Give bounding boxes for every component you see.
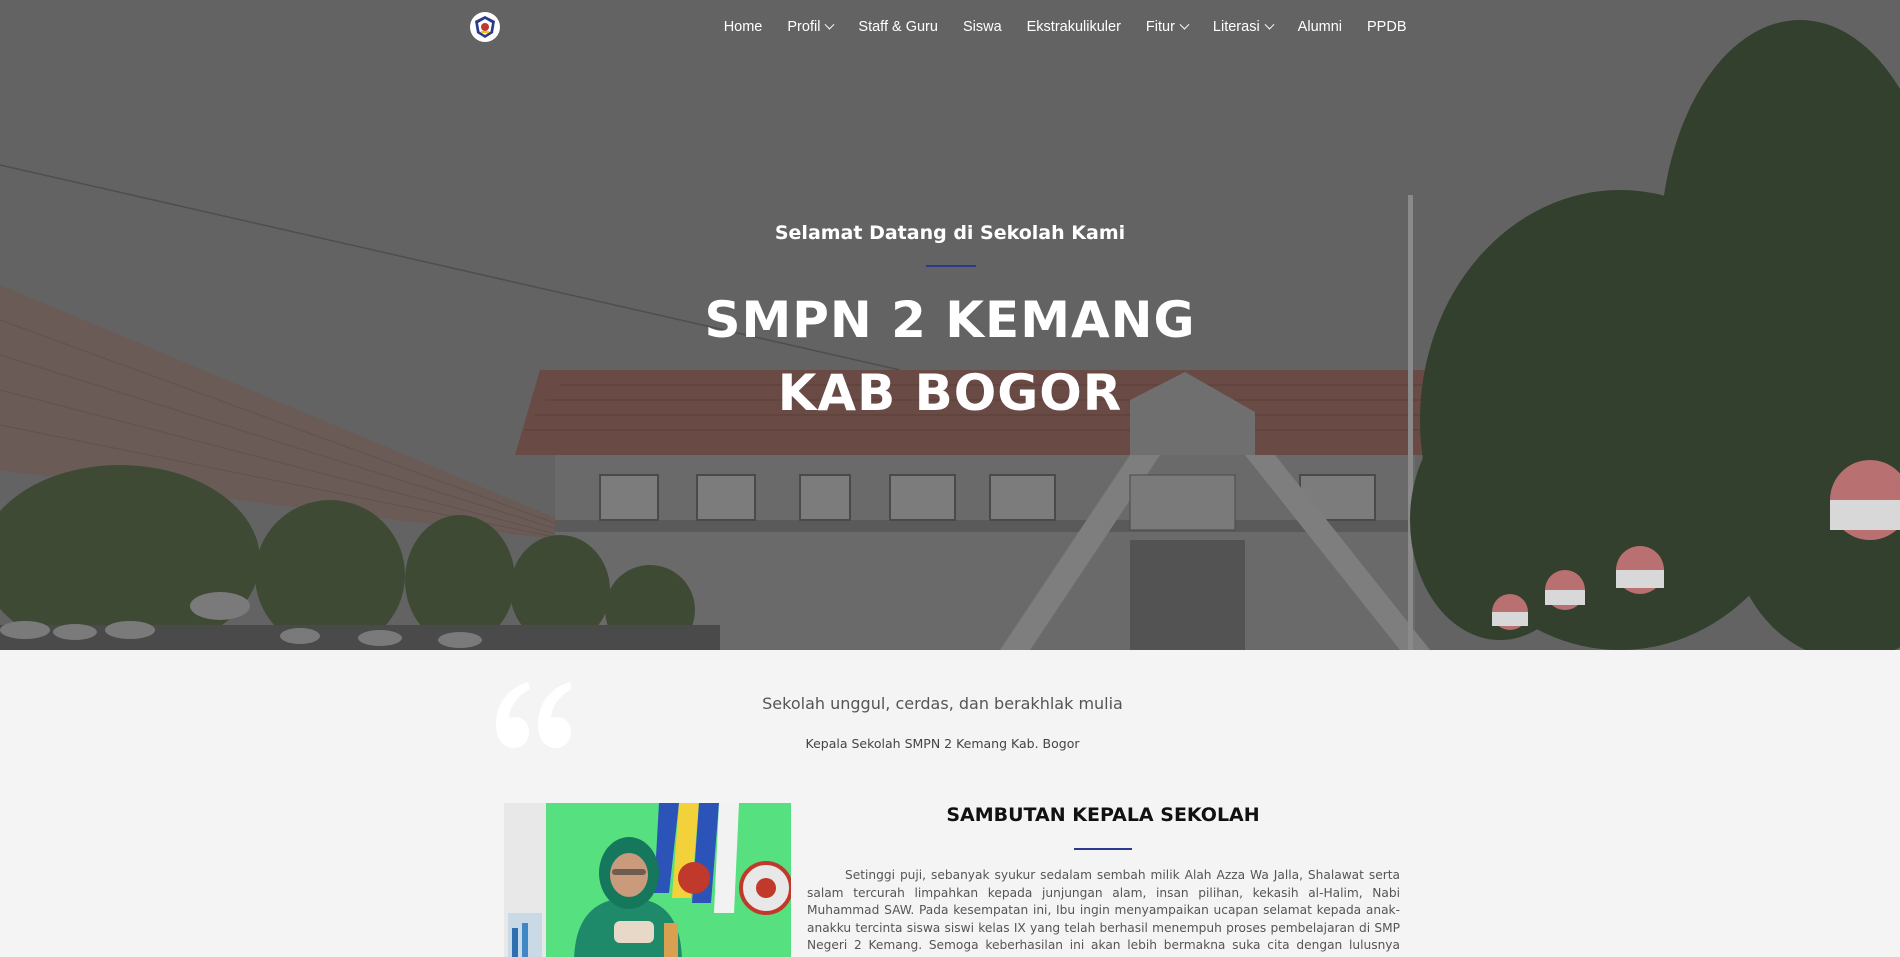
nav-item-ekstrakulikuler[interactable]: Ekstrakulikuler (1014, 19, 1133, 35)
hero-title-line1: SMPN 2 KEMANG (704, 291, 1196, 349)
hero-subtitle: Selamat Datang di Sekolah Kami (774, 222, 1126, 244)
hero-title: SMPN 2 KEMANG KAB BOGOR (0, 284, 1900, 430)
nav-item-label: Siswa (962, 19, 1002, 35)
sambutan-divider (1074, 848, 1132, 850)
hero-banner: Home Profil Staff & Guru Siswa Ekstrakulikul… (0, 0, 1900, 650)
school-emblem-icon (475, 16, 495, 38)
nav-item-label: Alumni (1297, 19, 1342, 35)
nav-item-label: PPDB (1367, 19, 1407, 35)
chevron-down-icon (1179, 19, 1190, 30)
nav-item-home[interactable]: Home (711, 19, 775, 35)
nav-item-literasi[interactable]: Literasi (1200, 19, 1285, 35)
top-navbar: Home Profil Staff & Guru Siswa Ekstrakulikul… (0, 0, 1900, 54)
nav-item-label: Literasi (1212, 19, 1260, 35)
nav-item-label: Ekstrakulikuler (1026, 19, 1121, 35)
nav-item-staff-guru[interactable]: Staff & Guru (846, 19, 951, 35)
nav-item-ppdb[interactable]: PPDB (1355, 19, 1420, 35)
sambutan-body: Setinggi puji, sebanyak syukur sedalam s… (807, 868, 1400, 957)
nav-item-profil[interactable]: Profil (775, 19, 846, 35)
chevron-down-icon (1264, 19, 1275, 30)
nav-item-label: Staff & Guru (858, 19, 938, 35)
hero-divider (926, 265, 976, 267)
nav-item-label: Profil (787, 19, 821, 35)
school-motto: Sekolah unggul, cerdas, dan berakhlak mu… (762, 694, 1123, 713)
nav-item-label: Fitur (1145, 19, 1175, 35)
nav-item-alumni[interactable]: Alumni (1285, 19, 1354, 35)
school-logo[interactable] (470, 12, 500, 42)
nav-menu: Home Profil Staff & Guru Siswa Ekstrakulikul… (711, 0, 1419, 54)
motto-author: Kepala Sekolah SMPN 2 Kemang Kab. Bogor (805, 736, 1080, 751)
principal-photo (504, 803, 791, 957)
sambutan-title: SAMBUTAN KEPALA SEKOLAH (946, 804, 1260, 826)
quote-icon (496, 682, 572, 748)
nav-item-fitur[interactable]: Fitur (1133, 19, 1200, 35)
nav-item-label: Home (723, 19, 763, 35)
chevron-down-icon (824, 19, 835, 30)
hero-title-line2: KAB BOGOR (777, 364, 1123, 422)
nav-item-siswa[interactable]: Siswa (950, 19, 1014, 35)
